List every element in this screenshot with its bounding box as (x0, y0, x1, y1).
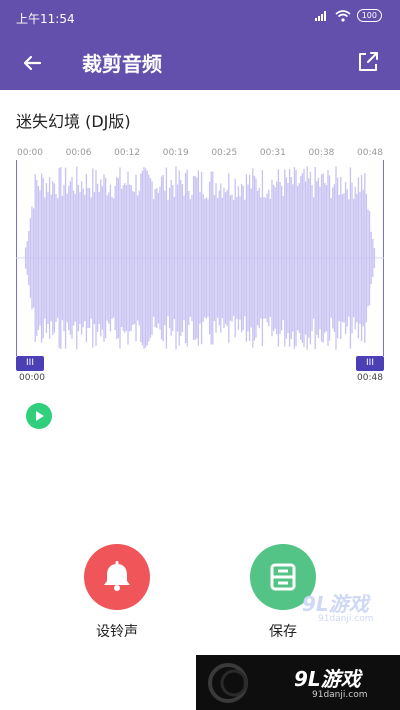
play-button[interactable] (26, 403, 52, 429)
battery-indicator: 100 (356, 9, 382, 22)
set-ringtone-label: 设铃声 (96, 624, 138, 640)
timeline-tick: 00:12 (114, 148, 141, 158)
timeline-ticks: 00:00 00:06 00:12 00:19 00:25 00:31 00:38 00:48 (16, 148, 384, 160)
signal-icon (314, 10, 326, 21)
status-icons: 100 (314, 9, 382, 22)
back-arrow-icon[interactable] (18, 49, 46, 77)
selection-start-handle[interactable]: III (16, 356, 44, 371)
song-title: 迷失幻境 (DJ版) (16, 112, 131, 131)
selection-start-time: 00:00 (19, 373, 45, 383)
page-title: 裁剪音频 (82, 52, 162, 76)
timeline-tick: 00:38 (308, 148, 335, 158)
banner-logo: 9L游戏 (294, 667, 361, 691)
game-logo-icon (208, 663, 248, 703)
timeline-tick: 00:31 (259, 148, 286, 158)
watermark-logo: 9L游戏 (302, 592, 369, 616)
banner-site: 91danji.com (312, 690, 368, 700)
timeline-tick: 00:19 (162, 148, 189, 158)
save-label: 保存 (269, 624, 297, 640)
timeline-tick: 00:06 (65, 148, 92, 158)
status-bar: 上午11:54 100 (0, 0, 400, 36)
selection-end-time: 00:48 (357, 373, 383, 383)
selection-end-handle[interactable]: III (356, 356, 384, 371)
wifi-icon (335, 9, 351, 22)
set-ringtone-button[interactable] (84, 544, 150, 610)
timeline-tick: 00:25 (211, 148, 238, 158)
app-bar: 裁剪音频 (0, 36, 400, 90)
watermark-banner: 9L游戏 91danji.com (196, 655, 400, 710)
status-time: 上午11:54 (16, 12, 75, 26)
timeline-tick: 00:00 (17, 148, 43, 158)
audio-waveform[interactable] (16, 160, 384, 356)
bell-icon (104, 561, 130, 591)
watermark-site: 91danji.com (318, 614, 374, 624)
timeline-tick: 00:48 (357, 148, 383, 158)
share-icon[interactable] (354, 48, 382, 76)
